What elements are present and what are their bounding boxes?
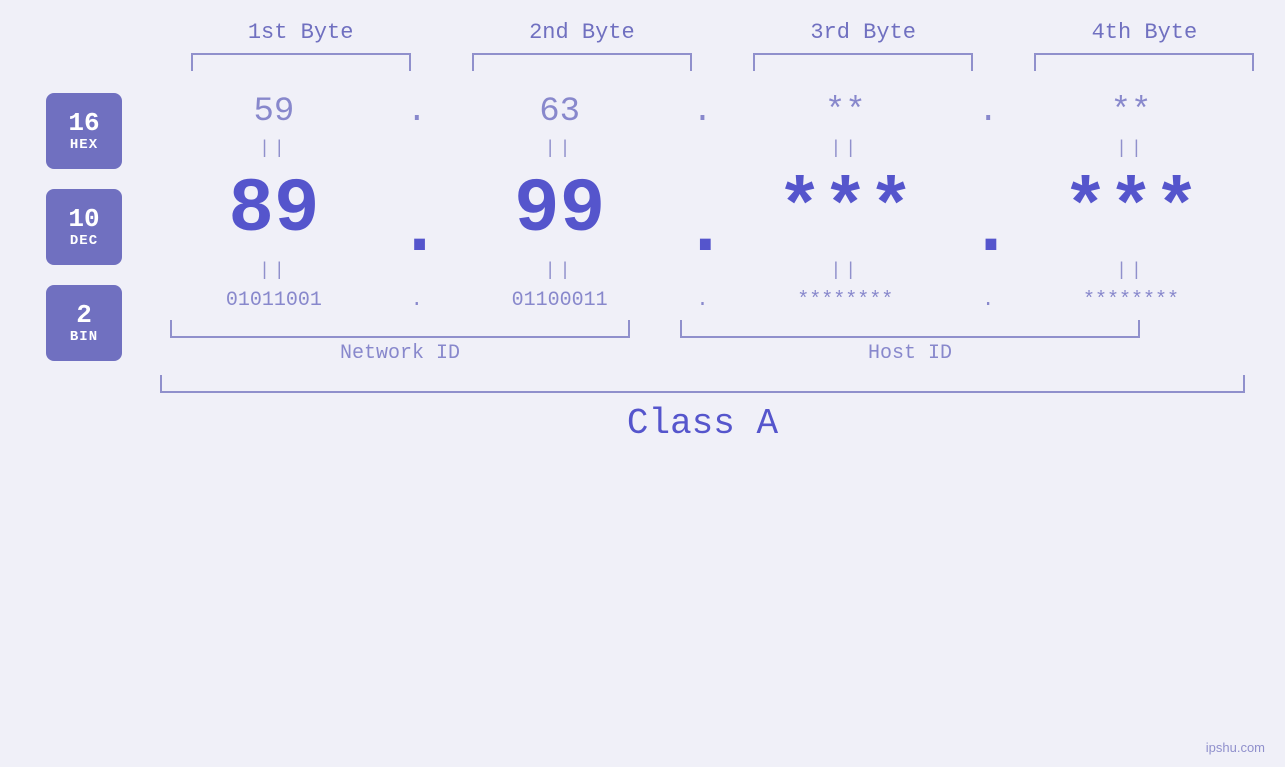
bracket-byte1 — [191, 53, 411, 71]
byte3-header: 3rd Byte — [753, 20, 973, 45]
network-id-label: Network ID — [170, 342, 630, 365]
hex-row: 59 . 63 . ** . ** — [160, 93, 1245, 131]
id-labels-row: Network ID Host ID — [160, 342, 1245, 365]
sep2-b3: || — [740, 261, 950, 281]
sep1-b1: || — [169, 139, 379, 159]
hex-b4: ** — [1026, 93, 1236, 131]
bracket-byte2 — [472, 53, 692, 71]
dec-b2: 99 — [455, 167, 665, 253]
hex-dot1: . — [397, 93, 437, 131]
sep2-b2: || — [455, 261, 665, 281]
sep1-row: || || || || — [160, 135, 1245, 163]
bin-badge-label: BIN — [70, 329, 98, 345]
dec-badge-label: DEC — [70, 233, 98, 249]
dec-b1: 89 — [169, 167, 379, 253]
sep2-b1: || — [169, 261, 379, 281]
hex-badge-number: 16 — [68, 109, 99, 138]
hex-badge-label: HEX — [70, 137, 98, 153]
dec-dot3: . — [968, 187, 1008, 273]
byte4-header: 4th Byte — [1034, 20, 1254, 45]
bin-badge-number: 2 — [76, 301, 92, 330]
dec-b4: *** — [1026, 167, 1236, 253]
hex-b1: 59 — [169, 93, 379, 131]
dec-dot1: . — [397, 187, 437, 273]
hex-dot2: . — [682, 93, 722, 131]
bin-badge: 2 BIN — [46, 285, 122, 361]
bin-b1: 01011001 — [169, 289, 379, 312]
sep1-b3: || — [740, 139, 950, 159]
dec-badge: 10 DEC — [46, 189, 122, 265]
dec-dot2: . — [682, 187, 722, 273]
bracket-byte4 — [1034, 53, 1254, 71]
bottom-brackets — [160, 320, 1245, 338]
bin-b2: 01100011 — [455, 289, 665, 312]
byte1-header: 1st Byte — [191, 20, 411, 45]
class-bracket — [160, 375, 1245, 393]
dec-badge-number: 10 — [68, 205, 99, 234]
bin-dot2: . — [682, 289, 722, 312]
dec-row: 89 . 99 . *** . *** — [160, 167, 1245, 253]
sep1-b2: || — [455, 139, 665, 159]
bin-b3: ******** — [740, 289, 950, 312]
hex-b3: ** — [740, 93, 950, 131]
data-rows-area: 59 . 63 . ** . ** || || || || 89 — [160, 83, 1285, 444]
host-id-bracket — [680, 320, 1140, 338]
bin-dot1: . — [397, 289, 437, 312]
network-id-bracket — [170, 320, 630, 338]
dec-b3: *** — [740, 167, 950, 253]
watermark: ipshu.com — [1206, 740, 1265, 755]
class-label: Class A — [160, 403, 1245, 444]
bin-b4: ******** — [1026, 289, 1236, 312]
sep1-b4: || — [1026, 139, 1236, 159]
bracket-byte3 — [753, 53, 973, 71]
main-container: 1st Byte 2nd Byte 3rd Byte 4th Byte 16 H… — [0, 0, 1285, 767]
hex-badge: 16 HEX — [46, 93, 122, 169]
byte2-header: 2nd Byte — [472, 20, 692, 45]
bin-row: 01011001 . 01100011 . ******** . *******… — [160, 289, 1245, 312]
sep2-b4: || — [1026, 261, 1236, 281]
top-brackets — [0, 53, 1285, 71]
badges-column: 16 HEX 10 DEC 2 BIN — [0, 83, 160, 361]
host-id-label: Host ID — [680, 342, 1140, 365]
bin-dot3: . — [968, 289, 1008, 312]
byte-headers-row: 1st Byte 2nd Byte 3rd Byte 4th Byte — [0, 20, 1285, 45]
hex-b2: 63 — [455, 93, 665, 131]
hex-dot3: . — [968, 93, 1008, 131]
